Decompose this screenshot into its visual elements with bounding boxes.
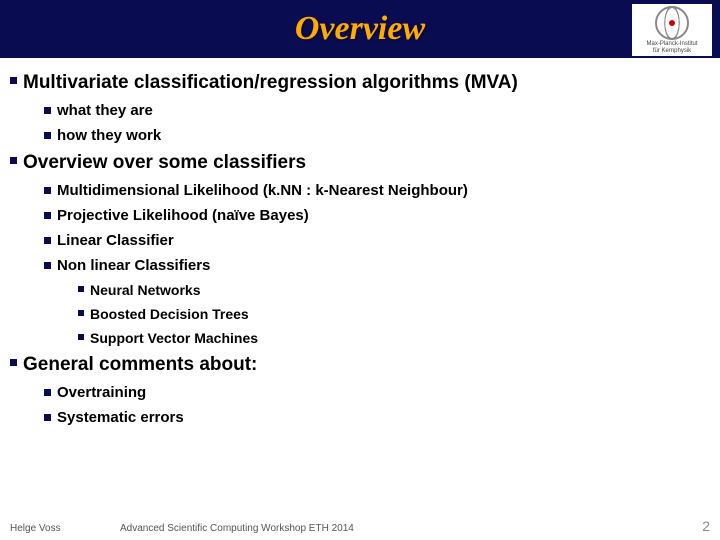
outline-text: General comments about:	[23, 354, 257, 376]
bullet-icon	[10, 359, 17, 366]
page-title: Overview	[295, 10, 425, 48]
outline-item: Non linear Classifiers	[44, 257, 710, 274]
outline-item: Multidimensional Likelihood (k.NN : k-Ne…	[44, 182, 710, 199]
logo-text-1: Max-Planck-Institut	[646, 41, 697, 47]
footer-page: 2	[690, 518, 710, 534]
bullet-icon	[10, 157, 17, 164]
footer: Helge Voss Advanced Scientific Computing…	[0, 518, 720, 534]
bullet-icon	[44, 262, 51, 269]
outline-item: Linear Classifier	[44, 232, 710, 249]
outline-item: Systematic errors	[44, 409, 710, 426]
footer-center: Advanced Scientific Computing Workshop E…	[120, 523, 690, 534]
bullet-icon	[44, 237, 51, 244]
outline-content: Multivariate classification/regression a…	[0, 58, 720, 426]
outline-item: General comments about:	[10, 354, 710, 376]
institute-logo: Max-Planck-Institut für Kernphysik	[632, 4, 712, 56]
header-bar: Overview Max-Planck-Institut für Kernphy…	[0, 0, 720, 58]
outline-item: Support Vector Machines	[78, 330, 710, 346]
outline-text: Non linear Classifiers	[57, 257, 210, 274]
outline-text: Linear Classifier	[57, 232, 174, 249]
outline-item: Overview over some classifiers	[10, 152, 710, 174]
outline-text: Support Vector Machines	[90, 330, 258, 346]
outline-text: how they work	[57, 127, 161, 144]
bullet-icon	[78, 310, 84, 316]
logo-text-2: für Kernphysik	[653, 48, 691, 54]
outline-item: what they are	[44, 102, 710, 119]
outline-item: Boosted Decision Trees	[78, 306, 710, 322]
outline-text: Boosted Decision Trees	[90, 306, 249, 322]
outline-text: Projective Likelihood (naïve Bayes)	[57, 207, 309, 224]
outline-text: Multivariate classification/regression a…	[23, 72, 518, 94]
outline-text: Neural Networks	[90, 282, 200, 298]
bullet-icon	[44, 107, 51, 114]
footer-author: Helge Voss	[10, 523, 120, 534]
outline-item: how they work	[44, 127, 710, 144]
bullet-icon	[78, 286, 84, 292]
outline-text: Overtraining	[57, 384, 146, 401]
bullet-icon	[44, 132, 51, 139]
outline-text: Overview over some classifiers	[23, 152, 306, 174]
atom-icon	[655, 6, 689, 40]
outline-item: Neural Networks	[78, 282, 710, 298]
outline-text: Multidimensional Likelihood (k.NN : k-Ne…	[57, 182, 468, 199]
bullet-icon	[44, 389, 51, 396]
outline-item: Multivariate classification/regression a…	[10, 72, 710, 94]
outline-item: Projective Likelihood (naïve Bayes)	[44, 207, 710, 224]
bullet-icon	[44, 414, 51, 421]
outline-text: what they are	[57, 102, 153, 119]
outline-text: Systematic errors	[57, 409, 184, 426]
bullet-icon	[78, 334, 84, 340]
outline-item: Overtraining	[44, 384, 710, 401]
bullet-icon	[44, 187, 51, 194]
bullet-icon	[44, 212, 51, 219]
bullet-icon	[10, 77, 17, 84]
